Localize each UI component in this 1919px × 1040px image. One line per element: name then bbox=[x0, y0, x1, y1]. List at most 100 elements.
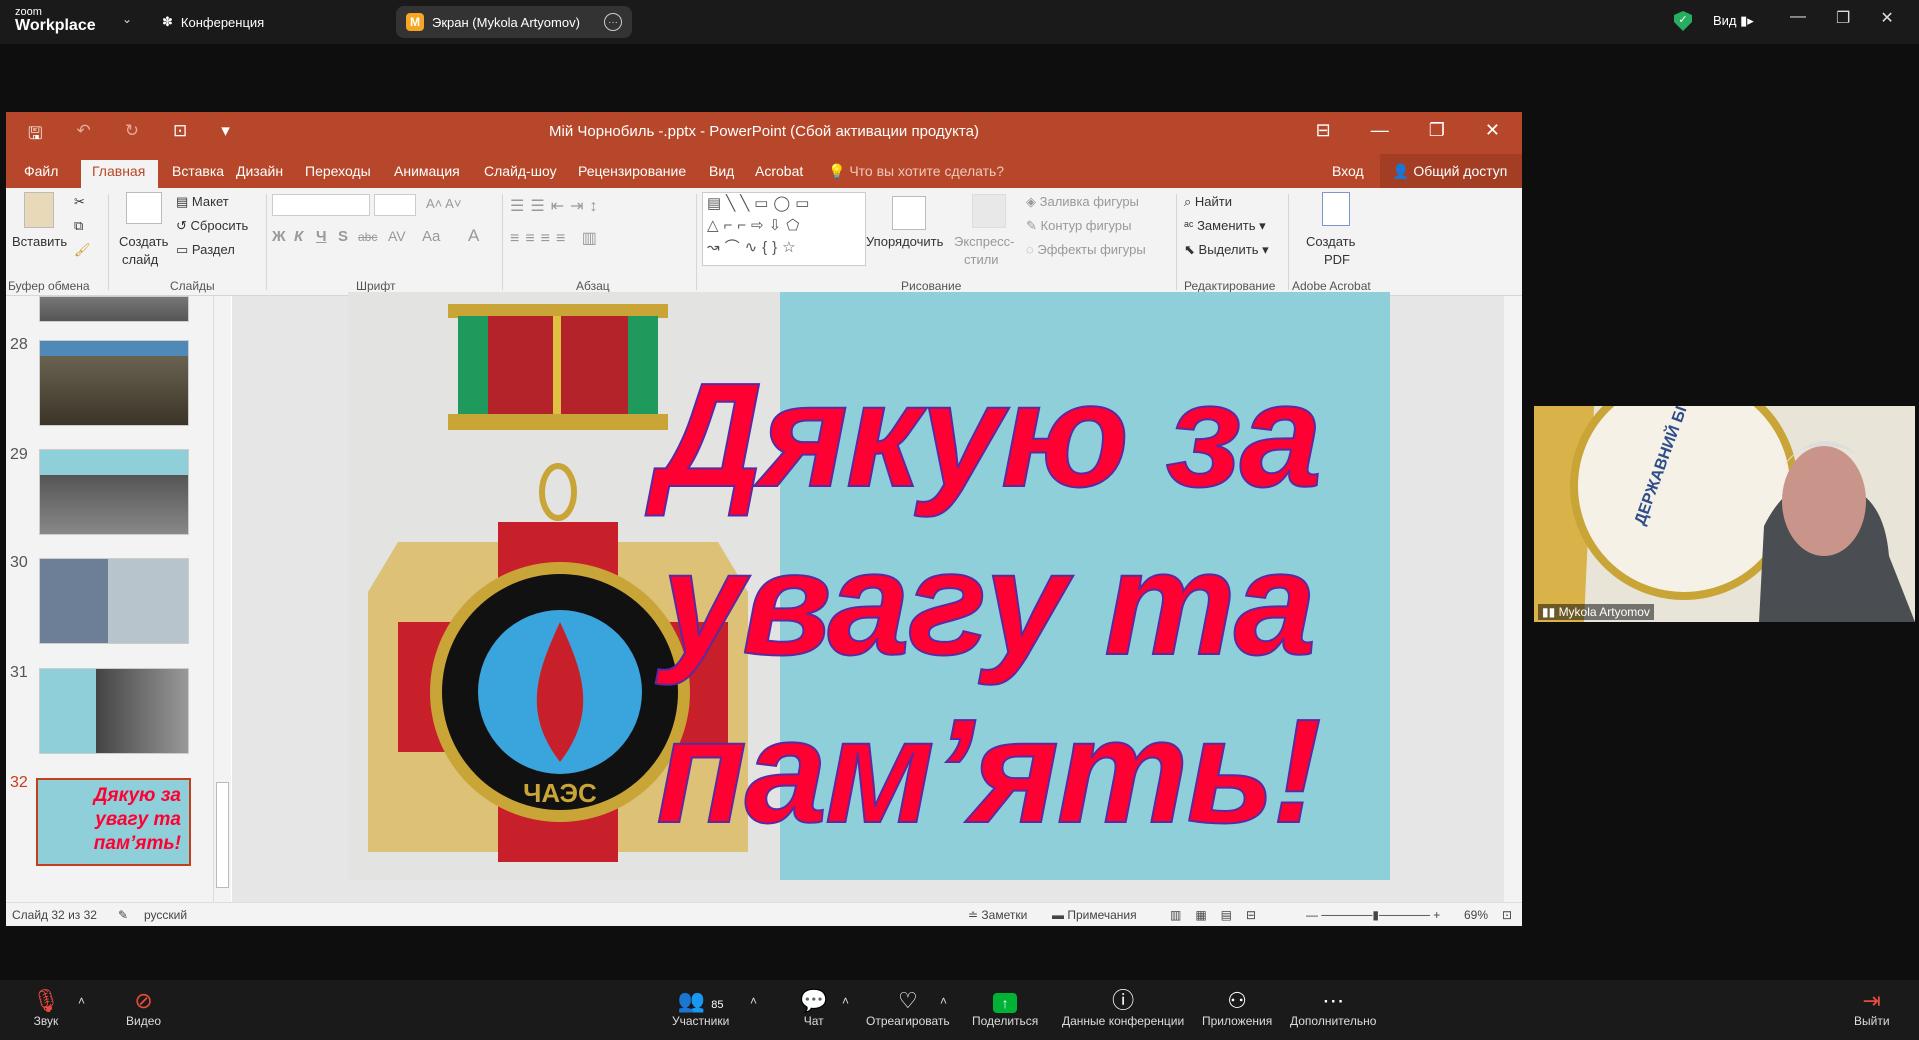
thumbnail-28[interactable] bbox=[39, 340, 189, 426]
create-pdf-label[interactable]: PDF bbox=[1324, 252, 1350, 267]
close-icon[interactable]: ✕ bbox=[1485, 120, 1500, 141]
notes-button[interactable]: ≐ Заметки bbox=[968, 908, 1027, 922]
tab-design[interactable]: Дизайн bbox=[236, 163, 283, 179]
shadow-button[interactable]: S bbox=[338, 228, 348, 245]
paste-icon[interactable] bbox=[24, 192, 54, 228]
quick-styles-button[interactable]: Экспресс- bbox=[954, 234, 1015, 249]
zoom-slider[interactable]: — ──────▮────── + bbox=[1306, 908, 1440, 922]
ribbon-display-icon[interactable]: ⊟ bbox=[1316, 120, 1331, 141]
more-icon[interactable]: ··· bbox=[604, 13, 622, 31]
arrange-icon[interactable] bbox=[892, 196, 926, 230]
cut-icon[interactable]: ✂ bbox=[74, 194, 85, 210]
tab-slideshow[interactable]: Слайд-шоу bbox=[484, 163, 557, 179]
new-slide-button[interactable]: Создать bbox=[119, 234, 168, 249]
new-slide-icon[interactable] bbox=[126, 192, 162, 224]
replace-button[interactable]: ᵃᶜ Заменить ▾ bbox=[1184, 218, 1266, 234]
sign-in-link[interactable]: Вход bbox=[1332, 163, 1364, 179]
slide-title-text[interactable]: Дякую за увагу та пам’ять! bbox=[588, 352, 1388, 856]
tab-transitions[interactable]: Переходы bbox=[305, 163, 371, 179]
create-pdf-button[interactable]: Создать bbox=[1306, 234, 1355, 249]
conference-button[interactable]: ✽ Конференция bbox=[162, 14, 264, 30]
react-button[interactable]: ♡ Отреагировать bbox=[866, 988, 950, 1028]
screen-share-pill[interactable]: M Экран (Mykola Artyomov) ··· bbox=[396, 6, 632, 38]
participant-video[interactable]: ДЕРЖАВНИЙ БІ bbox=[1534, 406, 1915, 622]
reset-button[interactable]: ↺ Сбросить bbox=[176, 218, 248, 234]
grow-font-icon[interactable]: A˄ A˅ bbox=[426, 196, 461, 211]
view-buttons[interactable]: ▥▦▤⊟ bbox=[1170, 908, 1270, 922]
shapes-gallery[interactable]: ▤╲╲▭◯▭ △⌐⌐⇨⇩⬠ ↝⌒∿{}☆ bbox=[702, 192, 866, 266]
strikethrough-button[interactable]: abc bbox=[358, 230, 377, 244]
slide-scrollbar[interactable] bbox=[1504, 296, 1522, 902]
minimize-icon[interactable]: — bbox=[1790, 8, 1806, 28]
share-screen-button[interactable]: ↑ Поделиться bbox=[972, 988, 1038, 1028]
slide-thumbnails-panel[interactable]: 28 29 30 31 32 Дякую за увагу та пам’ять! bbox=[6, 296, 231, 902]
new-slide-label[interactable]: слайд bbox=[122, 252, 158, 267]
close-icon[interactable]: ✕ bbox=[1880, 8, 1893, 28]
chevron-down-icon[interactable]: ⌄ bbox=[122, 12, 132, 26]
pdf-icon[interactable] bbox=[1322, 192, 1350, 226]
tab-animation[interactable]: Анимация bbox=[394, 163, 460, 179]
paste-button[interactable]: Вставить bbox=[12, 234, 67, 249]
audio-options-chevron-icon[interactable]: ˄ bbox=[78, 994, 85, 1008]
bold-button[interactable]: Ж bbox=[272, 228, 286, 245]
shape-fill-button[interactable]: ◈ Заливка фигуры bbox=[1026, 194, 1139, 210]
meeting-info-button[interactable]: ⓘ Данные конференции bbox=[1062, 988, 1184, 1028]
change-case-button[interactable]: Aa bbox=[422, 228, 440, 245]
italic-button[interactable]: К bbox=[294, 228, 303, 245]
tab-review[interactable]: Рецензирование bbox=[578, 163, 686, 179]
list-buttons[interactable]: ☰☰⇤⇥↕ bbox=[510, 196, 604, 216]
quick-styles-icon[interactable] bbox=[972, 194, 1006, 228]
tab-home[interactable]: Главная bbox=[92, 163, 145, 179]
chat-chevron-icon[interactable]: ˄ bbox=[842, 994, 849, 1008]
participants-chevron-icon[interactable]: ˄ bbox=[750, 994, 757, 1008]
section-button[interactable]: ▭ Раздел bbox=[176, 242, 235, 258]
minimize-icon[interactable]: — bbox=[1371, 120, 1389, 141]
fit-slide-icon[interactable]: ⊡ bbox=[1502, 908, 1512, 922]
scroll-thumb[interactable] bbox=[216, 782, 229, 888]
tell-me-search[interactable]: 💡 Что вы хотите сделать? bbox=[828, 163, 1004, 180]
restore-icon[interactable]: ❐ bbox=[1836, 8, 1850, 28]
share-button[interactable]: 👤 Общий доступ bbox=[1380, 154, 1522, 188]
copy-icon[interactable]: ⧉ bbox=[74, 218, 83, 234]
tab-view[interactable]: Вид bbox=[709, 163, 734, 179]
chat-button[interactable]: 💬 Чат bbox=[800, 988, 827, 1028]
font-family-input[interactable] bbox=[272, 194, 370, 216]
video-button[interactable]: ⊘ Видео bbox=[126, 988, 161, 1028]
tab-file[interactable]: Файл bbox=[24, 163, 58, 179]
current-slide[interactable]: ЧАЭС Дякую за увагу та пам’ять! bbox=[348, 292, 1390, 880]
spellcheck-icon[interactable]: ✎ bbox=[118, 908, 128, 922]
find-button[interactable]: ⌕ Найти bbox=[1184, 194, 1232, 210]
shape-outline-button[interactable]: ✎ Контур фигуры bbox=[1026, 218, 1131, 234]
thumbnail-30[interactable] bbox=[39, 558, 189, 644]
underline-button[interactable]: Ч bbox=[316, 228, 327, 245]
font-size-input[interactable] bbox=[374, 194, 416, 216]
more-button[interactable]: ⋯ Дополнительно bbox=[1290, 988, 1376, 1028]
tab-insert[interactable]: Вставка bbox=[172, 163, 224, 179]
participants-button[interactable]: 👥 85 Участники bbox=[672, 988, 729, 1028]
apps-button[interactable]: ⚇ Приложения bbox=[1202, 988, 1272, 1028]
quick-styles-label[interactable]: стили bbox=[964, 252, 999, 267]
audio-button[interactable]: 🎙 Звук bbox=[32, 988, 60, 1028]
leave-button[interactable]: ⇥ Выйти bbox=[1854, 988, 1890, 1028]
thumbnail-27[interactable] bbox=[39, 296, 189, 322]
tab-acrobat[interactable]: Acrobat bbox=[755, 163, 803, 179]
align-buttons[interactable]: ≡≡≡≡ ▥ bbox=[510, 228, 603, 248]
thumbnail-29[interactable] bbox=[39, 449, 189, 535]
layout-button[interactable]: ▤ Макет bbox=[176, 194, 229, 210]
thumbnail-31[interactable] bbox=[39, 668, 189, 754]
zoom-level[interactable]: 69% bbox=[1464, 908, 1488, 922]
spacing-button[interactable]: AV bbox=[388, 228, 406, 244]
shape-effects-button[interactable]: ◌ Эффекты фигуры bbox=[1026, 242, 1146, 257]
select-button[interactable]: ⬉ Выделить ▾ bbox=[1184, 242, 1269, 258]
restore-icon[interactable]: ❐ bbox=[1429, 120, 1445, 141]
thumbnail-32-selected[interactable]: Дякую за увагу та пам’ять! bbox=[36, 778, 191, 866]
thumbnail-scrollbar[interactable] bbox=[213, 296, 231, 902]
view-button[interactable]: Вид ▮▸ bbox=[1713, 13, 1754, 29]
language-label[interactable]: русский bbox=[144, 908, 187, 922]
arrange-button[interactable]: Упорядочить bbox=[866, 234, 943, 249]
font-color-button[interactable]: A bbox=[468, 226, 479, 246]
shield-icon[interactable]: ✓ bbox=[1674, 11, 1692, 31]
react-chevron-icon[interactable]: ˄ bbox=[940, 994, 947, 1008]
comments-button[interactable]: ▬ Примечания bbox=[1052, 908, 1137, 922]
format-painter-icon[interactable]: 🖌 bbox=[74, 242, 91, 258]
